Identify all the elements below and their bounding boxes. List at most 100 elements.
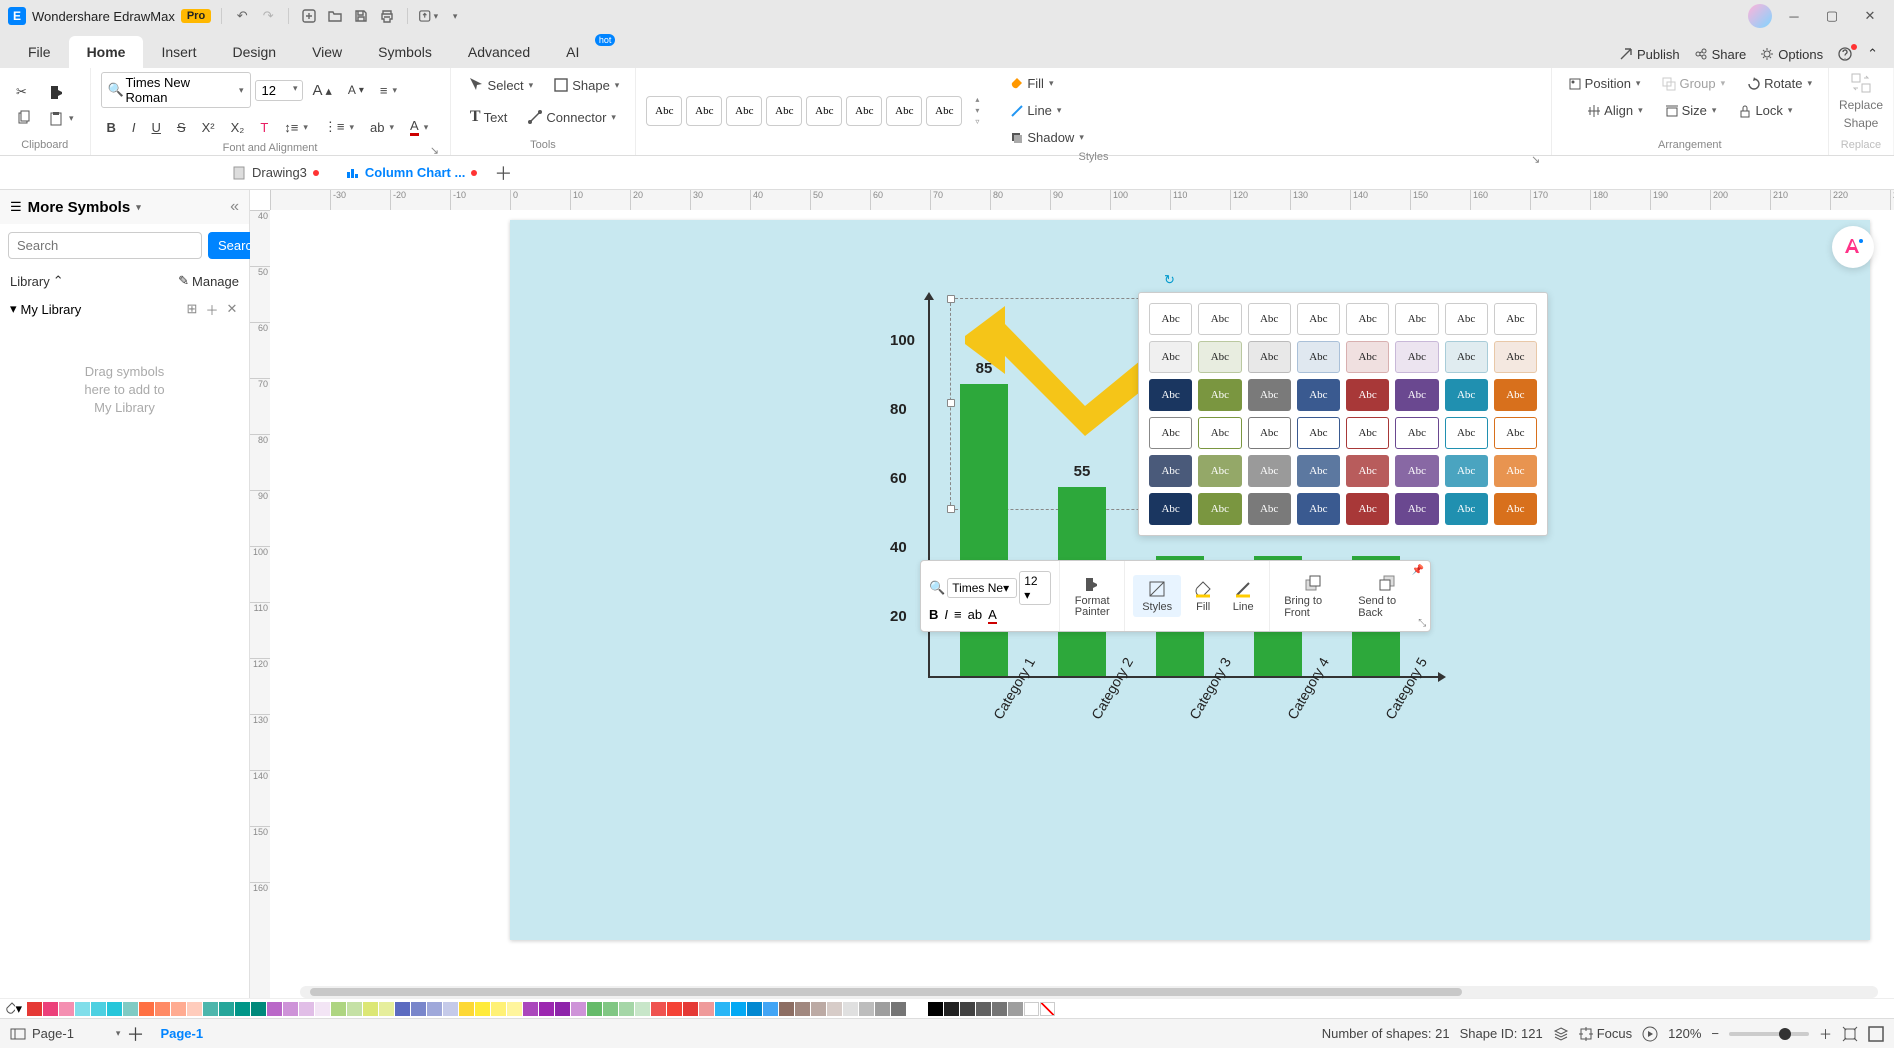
add-tab-button[interactable]: ＋ (491, 161, 515, 185)
float-line-button[interactable]: Line (1225, 575, 1261, 617)
float-send-back-button[interactable]: Send to Back (1352, 569, 1422, 623)
tab-home[interactable]: Home (69, 36, 144, 68)
color-swatch[interactable] (539, 1002, 554, 1016)
size-button[interactable]: Size▾ (1659, 99, 1723, 122)
symbol-search-input[interactable] (8, 232, 202, 259)
color-swatch[interactable] (555, 1002, 570, 1016)
style-preset-cell[interactable]: Abc (1346, 379, 1389, 411)
style-preset[interactable]: Abc (726, 96, 762, 126)
float-fill-button[interactable]: Fill (1185, 575, 1221, 617)
color-swatch[interactable] (299, 1002, 314, 1016)
color-swatch[interactable] (715, 1002, 730, 1016)
color-swatch[interactable] (315, 1002, 330, 1016)
color-swatch[interactable] (123, 1002, 138, 1016)
align-para-icon[interactable]: ≡▾ (374, 79, 403, 102)
float-bring-front-button[interactable]: Bring to Front (1278, 569, 1348, 623)
style-preset-cell[interactable]: Abc (1445, 455, 1488, 487)
color-swatch[interactable] (1008, 1002, 1023, 1016)
fill-bucket-icon[interactable]: ▾ (4, 1000, 22, 1018)
color-swatch[interactable] (427, 1002, 442, 1016)
color-swatch[interactable] (683, 1002, 698, 1016)
font-size-select[interactable]: 12▾ (255, 80, 303, 101)
style-preset-cell[interactable]: Abc (1346, 303, 1389, 335)
maximize-button[interactable]: ▢ (1816, 2, 1848, 30)
text-tool[interactable]: TText (464, 104, 514, 130)
redo-icon[interactable]: ↷ (258, 6, 278, 26)
new-icon[interactable] (299, 6, 319, 26)
color-swatch[interactable] (91, 1002, 106, 1016)
style-preset-cell[interactable]: Abc (1346, 341, 1389, 373)
connector-tool[interactable]: Connector▾ (521, 104, 622, 130)
color-swatch[interactable] (171, 1002, 186, 1016)
bold-button[interactable]: B (101, 116, 122, 139)
list-icon[interactable]: ⋮≡▾ (318, 115, 360, 139)
color-swatch[interactable] (43, 1002, 58, 1016)
color-swatch[interactable] (651, 1002, 666, 1016)
print-icon[interactable] (377, 6, 397, 26)
style-preset[interactable]: Abc (846, 96, 882, 126)
color-swatch[interactable] (363, 1002, 378, 1016)
color-swatch[interactable] (459, 1002, 474, 1016)
color-swatch[interactable] (928, 1002, 943, 1016)
color-swatch[interactable] (571, 1002, 586, 1016)
style-preset-cell[interactable]: Abc (1248, 303, 1291, 335)
copy-button[interactable] (10, 106, 38, 130)
color-swatch[interactable] (411, 1002, 426, 1016)
styles-next[interactable]: ▾ (970, 106, 984, 116)
font-select[interactable]: 🔍Times New Roman▾ (101, 72, 251, 108)
select-tool[interactable]: Select▾ (461, 72, 540, 98)
color-swatch[interactable] (875, 1002, 890, 1016)
style-preset[interactable]: Abc (766, 96, 802, 126)
increase-font-icon[interactable]: A▴ (307, 78, 338, 103)
style-preset-cell[interactable]: Abc (1198, 303, 1241, 335)
color-swatch[interactable] (699, 1002, 714, 1016)
collapse-ribbon-button[interactable]: ⌃ (1867, 46, 1878, 62)
float-format-painter[interactable]: Format Painter (1068, 570, 1116, 622)
style-preset-cell[interactable]: Abc (1297, 417, 1340, 449)
style-preset-cell[interactable]: Abc (1395, 493, 1438, 525)
line-spacing-icon[interactable]: ↕≡▾ (278, 116, 314, 139)
color-swatch[interactable] (523, 1002, 538, 1016)
style-preset-cell[interactable]: Abc (1248, 379, 1291, 411)
fit-page-button[interactable] (1842, 1026, 1858, 1042)
save-icon[interactable] (351, 6, 371, 26)
float-case-button[interactable]: ab (968, 607, 982, 622)
refresh-icon[interactable]: ↻ (1164, 272, 1178, 286)
color-swatch[interactable] (667, 1002, 682, 1016)
float-bold-button[interactable]: B (929, 607, 938, 622)
zoom-out-button[interactable]: − (1711, 1026, 1719, 1041)
pin-icon[interactable]: 📌 (1412, 565, 1424, 576)
cut-button[interactable]: ✂ (10, 80, 38, 104)
user-avatar[interactable] (1748, 4, 1772, 28)
options-button[interactable]: Options (1760, 47, 1823, 62)
close-button[interactable]: ✕ (1854, 2, 1886, 30)
lock-button[interactable]: Lock▾ (1732, 99, 1798, 122)
style-preset-cell[interactable]: Abc (1395, 417, 1438, 449)
color-swatch[interactable] (843, 1002, 858, 1016)
zoom-slider[interactable] (1729, 1032, 1809, 1036)
open-icon[interactable] (325, 6, 345, 26)
color-swatch[interactable] (1024, 1002, 1039, 1016)
style-preset-cell[interactable]: Abc (1297, 303, 1340, 335)
style-preset-cell[interactable]: Abc (1445, 417, 1488, 449)
decrease-font-icon[interactable]: A▾ (342, 79, 370, 101)
color-swatch[interactable] (107, 1002, 122, 1016)
style-preset-cell[interactable]: Abc (1494, 455, 1537, 487)
more-symbols-dropdown[interactable]: More Symbols▾ (28, 199, 224, 216)
underline-button[interactable]: U (146, 116, 167, 139)
style-preset-cell[interactable]: Abc (1149, 303, 1192, 335)
style-preset-cell[interactable]: Abc (1149, 455, 1192, 487)
collapse-sidebar-icon[interactable]: « (230, 198, 239, 216)
color-swatch[interactable] (992, 1002, 1007, 1016)
style-preset-cell[interactable]: Abc (1395, 341, 1438, 373)
color-swatch[interactable] (155, 1002, 170, 1016)
tab-view[interactable]: View (294, 36, 360, 68)
more-icon[interactable]: ▾ (444, 6, 464, 26)
style-preset-cell[interactable]: Abc (1494, 379, 1537, 411)
add-page-button[interactable]: ＋ (126, 1021, 144, 1047)
focus-button[interactable]: Focus (1579, 1026, 1632, 1041)
style-preset-cell[interactable]: Abc (1346, 417, 1389, 449)
hamburger-icon[interactable]: ☰ (10, 199, 22, 215)
style-preset-cell[interactable]: Abc (1346, 493, 1389, 525)
color-swatch[interactable] (235, 1002, 250, 1016)
